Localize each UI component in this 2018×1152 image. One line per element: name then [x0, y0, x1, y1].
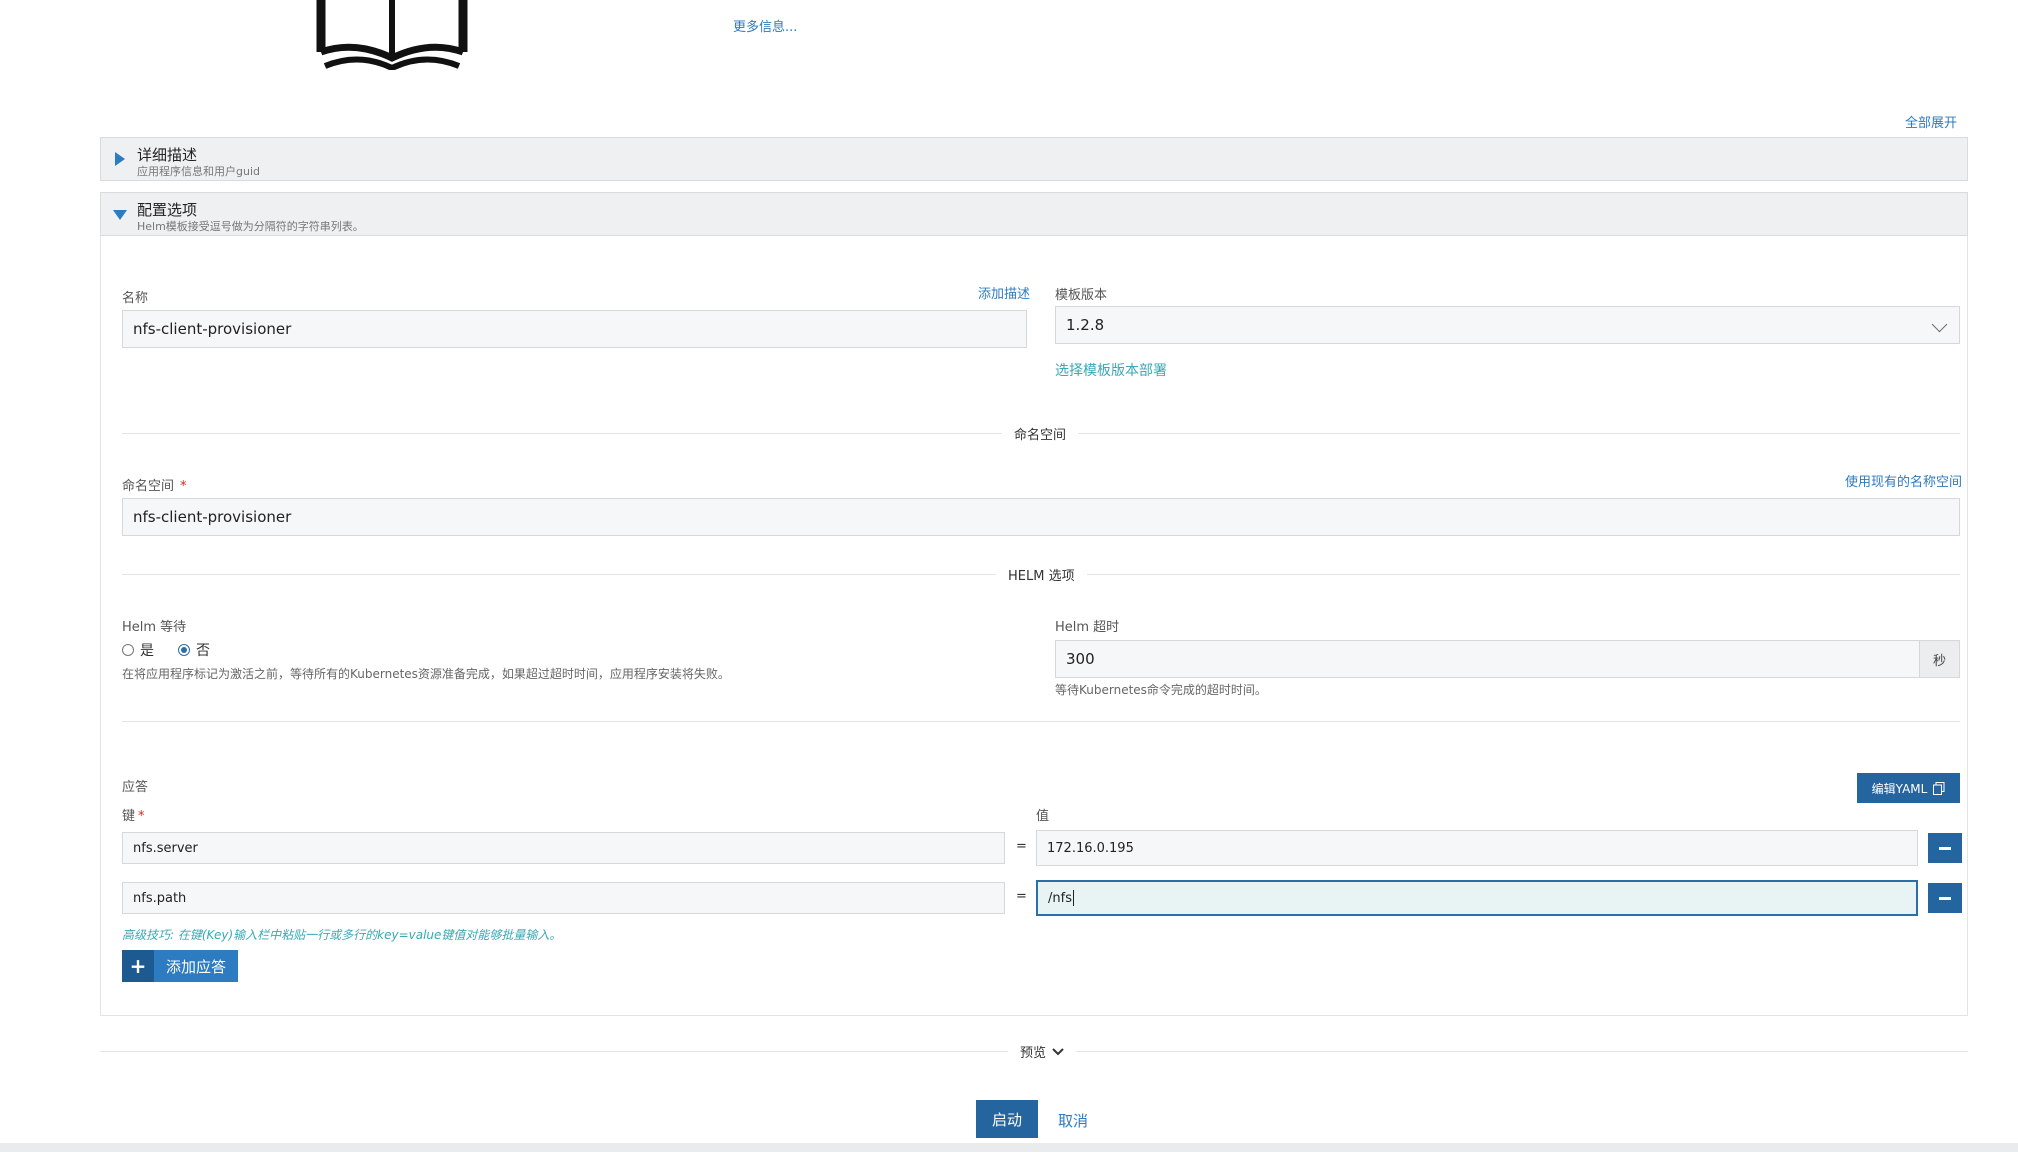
config-subtitle: Helm模板接受逗号做为分隔符的字符串列表。 — [137, 220, 364, 233]
caret-right-icon — [115, 152, 125, 166]
edit-yaml-label: 编辑YAML — [1871, 781, 1928, 796]
select-template-version-link[interactable]: 选择模板版本部署 — [1055, 360, 1167, 380]
book-icon — [316, 0, 468, 70]
name-input[interactable]: nfs-client-provisioner — [122, 310, 1027, 348]
equals-sign: = — [1016, 889, 1027, 904]
config-section-header[interactable]: 配置选项 Helm模板接受逗号做为分隔符的字符串列表。 — [100, 192, 1968, 236]
launch-button[interactable]: 启动 — [976, 1100, 1038, 1138]
use-existing-namespace-link[interactable]: 使用现有的名称空间 — [1845, 471, 1962, 490]
helm-wait-yes-radio[interactable] — [122, 644, 134, 656]
required-asterisk: * — [180, 479, 187, 494]
details-subtitle: 应用程序信息和用户guid — [137, 165, 260, 178]
key-label-text: 键 — [122, 809, 136, 824]
pro-tip: 高级技巧: 在键(Key)输入栏中粘贴一行或多行的key=value键值对能够批… — [122, 928, 562, 942]
cancel-button[interactable]: 取消 — [1058, 1110, 1088, 1131]
details-title: 详细描述 — [137, 146, 198, 164]
chevron-down-icon — [1052, 1047, 1064, 1055]
helm-wait-no-radio[interactable] — [178, 644, 190, 656]
plus-icon: + — [122, 950, 154, 982]
chevron-down-icon — [1931, 316, 1948, 333]
copy-icon — [1933, 781, 1945, 795]
remove-answer-button[interactable] — [1928, 883, 1962, 913]
edit-yaml-button[interactable]: 编辑YAML — [1857, 773, 1960, 803]
helm-timeout-input[interactable]: 300 — [1055, 640, 1920, 678]
caret-down-icon — [113, 210, 127, 220]
template-version-label: 模板版本 — [1055, 288, 1108, 303]
value-label: 值 — [1036, 809, 1050, 824]
namespace-label-text: 命名空间 — [122, 479, 175, 494]
helm-wait-radio-group: 是 否 — [122, 640, 210, 660]
helm-wait-no-label: 否 — [196, 643, 210, 659]
answer-key-input[interactable]: nfs.server — [122, 832, 1005, 864]
helm-wait-label: Helm 等待 — [122, 620, 187, 635]
answer-key-input[interactable]: nfs.path — [122, 882, 1005, 914]
namespace-label: 命名空间 * — [122, 475, 187, 494]
required-asterisk: * — [138, 809, 145, 824]
answer-value-input-focused[interactable]: /nfs — [1036, 880, 1918, 916]
template-version-select[interactable]: 1.2.8 — [1055, 306, 1960, 344]
key-label: 键 * — [122, 805, 145, 824]
helm-wait-yes-label: 是 — [140, 643, 154, 659]
preview-label: 预览 — [1020, 1046, 1047, 1061]
helm-wait-help: 在将应用程序标记为激活之前，等待所有的Kubernetes资源准备完成，如果超过… — [122, 667, 730, 681]
helm-divider-label: HELM 选项 — [996, 565, 1087, 584]
add-description-link[interactable]: 添加描述 — [978, 283, 1030, 302]
config-title: 配置选项 — [137, 201, 198, 219]
more-info-link[interactable]: 更多信息... — [733, 16, 797, 35]
details-section-header[interactable]: 详细描述 应用程序信息和用户guid — [100, 137, 1968, 181]
namespace-input[interactable]: nfs-client-provisioner — [122, 498, 1960, 536]
text-cursor — [1072, 890, 1074, 906]
minus-icon — [1939, 896, 1951, 900]
template-version-value: 1.2.8 — [1066, 316, 1105, 334]
minus-icon — [1939, 846, 1951, 850]
seconds-unit: 秒 — [1920, 640, 1960, 678]
answers-title: 应答 — [122, 780, 149, 795]
add-answer-button[interactable]: + 添加应答 — [122, 950, 239, 982]
name-label: 名称 — [122, 291, 149, 306]
remove-answer-button[interactable] — [1928, 833, 1962, 863]
preview-toggle[interactable]: 预览 — [1008, 1042, 1077, 1061]
helm-timeout-label: Helm 超时 — [1055, 620, 1120, 635]
equals-sign: = — [1016, 839, 1027, 854]
expand-all-link[interactable]: 全部展开 — [1905, 112, 1957, 131]
answer-value-text: /nfs — [1048, 890, 1072, 906]
answers-divider — [122, 721, 1960, 722]
page-footer-bar — [0, 1143, 2018, 1152]
answer-value-input[interactable]: 172.16.0.195 — [1036, 830, 1918, 866]
helm-timeout-help: 等待Kubernetes命令完成的超时时间。 — [1055, 683, 1267, 697]
add-answer-label: 添加应答 — [154, 950, 239, 982]
namespace-divider-label: 命名空间 — [1002, 424, 1079, 443]
